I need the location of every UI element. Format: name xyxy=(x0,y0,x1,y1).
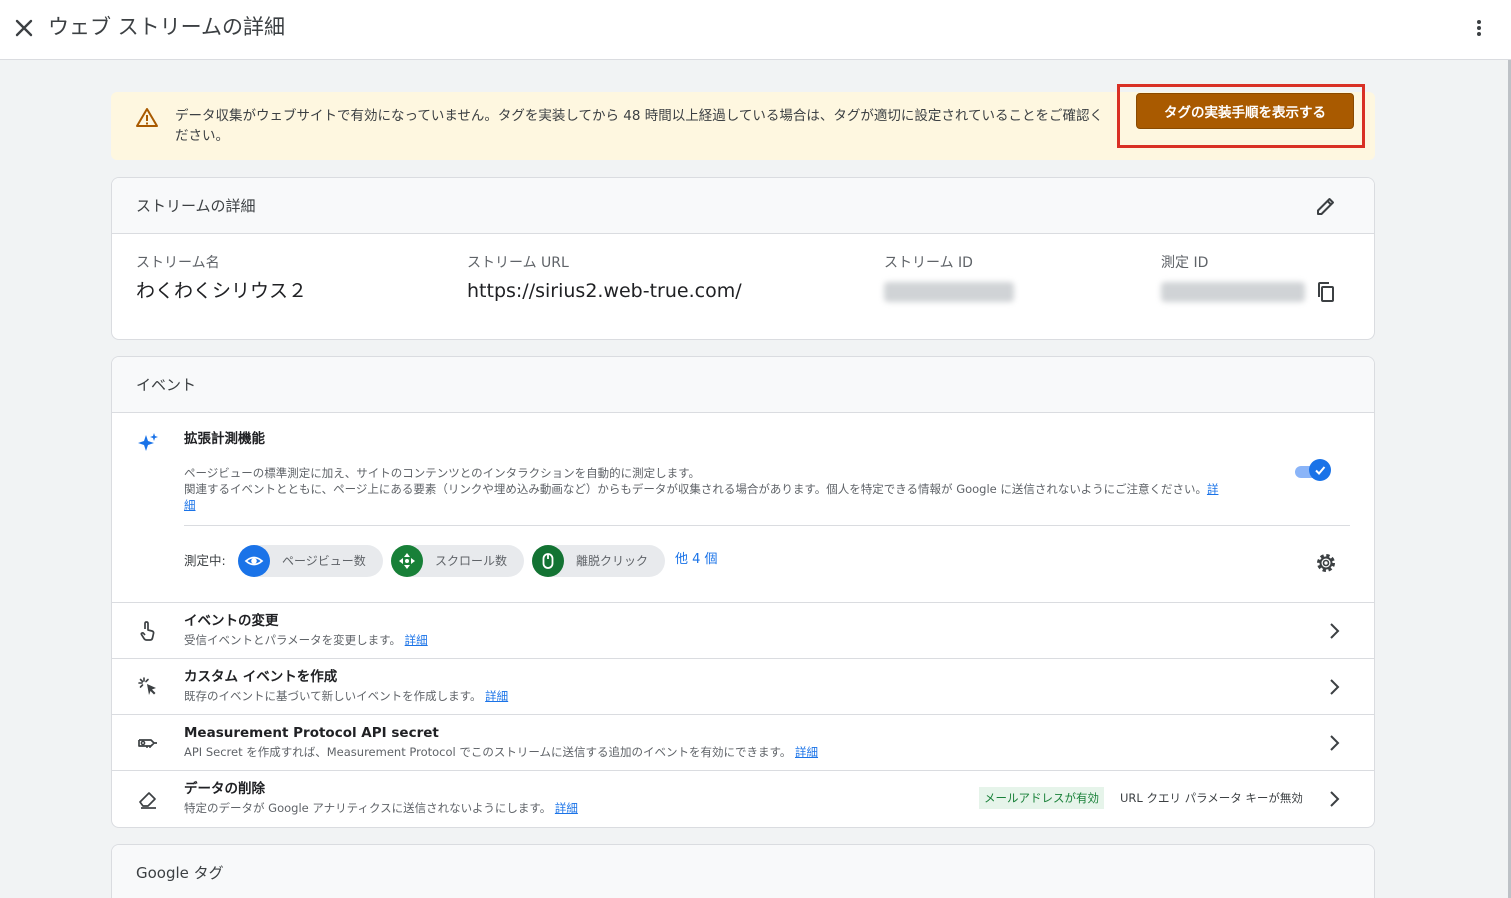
row-desc: 特定のデータが Google アナリティクスに送信されないようにします。 詳細 xyxy=(184,800,578,816)
url-query-disabled-status: URL クエリ パラメータ キーが無効 xyxy=(1120,791,1303,805)
row-desc-text: 特定のデータが Google アナリティクスに送信されないようにします。 xyxy=(184,801,552,815)
enhanced-desc-text: 関連するイベントとともに、ページ上にある要素（リンクや埋め込み動画など）からもデ… xyxy=(184,482,1207,496)
warning-banner: データ収集がウェブサイトで有効になっていません。タグを実装してから 48 時間以… xyxy=(111,84,1375,160)
google-tag-card: Google タグ xyxy=(111,844,1375,898)
details-link[interactable]: 詳細 xyxy=(485,689,508,703)
chip-label: スクロール数 xyxy=(435,554,508,568)
row-title: Measurement Protocol API secret xyxy=(184,725,439,741)
chevron-right-icon xyxy=(1322,675,1346,699)
sparkle-icon xyxy=(136,431,160,455)
banner-message: データ収集がウェブサイトで有効になっていません。タグを実装してから 48 時間以… xyxy=(175,108,1103,144)
stream-id-value-redacted xyxy=(884,282,1014,302)
row-desc-text: 受信イベントとパラメータを変更します。 xyxy=(184,633,402,647)
data-redaction-row[interactable]: データの削除 特定のデータが Google アナリティクスに送信されないようにし… xyxy=(112,770,1374,827)
top-bar: ウェブ ストリームの詳細 xyxy=(0,0,1511,60)
view-tag-instructions-button[interactable]: タグの実装手順を表示する xyxy=(1136,93,1354,129)
card-header: ストリームの詳細 xyxy=(112,178,1374,234)
enhanced-desc-line2: 関連するイベントとともに、ページ上にある要素（リンクや埋め込み動画など）からもデ… xyxy=(184,481,1294,513)
stream-url-value: https://sirius2.web-true.com/ xyxy=(467,280,742,302)
chip-page-views: ページビュー数 xyxy=(238,545,383,577)
row-desc: 受信イベントとパラメータを変更します。 詳細 xyxy=(184,632,428,648)
details-link[interactable]: 細 xyxy=(184,498,196,512)
eraser-icon xyxy=(136,787,160,811)
enhanced-measurement-title: 拡張計測機能 xyxy=(184,431,265,447)
copy-icon[interactable] xyxy=(1314,280,1338,304)
row-desc: 既存のイベントに基づいて新しいイベントを作成します。 詳細 xyxy=(184,688,508,704)
events-card: イベント 拡張計測機能 ページビューの標準測定に加え、サイトのコンテンツとのイン… xyxy=(111,356,1375,828)
page-title: ウェブ ストリームの詳細 xyxy=(48,15,286,39)
check-icon xyxy=(1309,459,1331,481)
chevron-right-icon xyxy=(1322,619,1346,643)
more-events-link[interactable]: 他 4 個 xyxy=(675,550,718,570)
row-title: データの削除 xyxy=(184,781,265,797)
card-title: ストリームの詳細 xyxy=(136,197,256,215)
card-title: イベント xyxy=(136,376,197,394)
details-link[interactable]: 詳細 xyxy=(405,633,428,647)
chip-outbound-clicks: 離脱クリック xyxy=(532,545,665,577)
stream-name-value: わくわくシリウス２ xyxy=(136,280,308,302)
edit-pencil-icon[interactable] xyxy=(1314,194,1338,218)
button-highlight-frame: タグの実装手順を表示する xyxy=(1117,84,1365,148)
details-link[interactable]: 詳 xyxy=(1207,482,1219,496)
stream-id-label: ストリーム ID xyxy=(884,255,973,271)
measurement-protocol-row[interactable]: Measurement Protocol API secret API Secr… xyxy=(112,714,1374,770)
gear-icon[interactable] xyxy=(1314,551,1338,575)
stream-details-card: ストリームの詳細 ストリーム名 わくわくシリウス２ ストリーム URL http… xyxy=(111,177,1375,340)
stream-url-label: ストリーム URL xyxy=(467,255,569,271)
create-custom-event-row[interactable]: カスタム イベントを作成 既存のイベントに基づいて新しいイベントを作成します。 … xyxy=(112,658,1374,714)
warning-icon xyxy=(135,106,159,130)
row-desc-text: API Secret を作成すれば、Measurement Protocol で… xyxy=(184,745,792,759)
chevron-right-icon xyxy=(1322,787,1346,811)
card-title: Google タグ xyxy=(136,864,224,882)
sparkle-click-icon xyxy=(136,675,160,699)
card-header: Google タグ xyxy=(112,845,1374,898)
enhanced-measurement-toggle[interactable] xyxy=(1293,459,1331,485)
more-vert-icon[interactable] xyxy=(1468,16,1490,40)
details-link[interactable]: 詳細 xyxy=(795,745,818,759)
chip-label: 離脱クリック xyxy=(576,554,649,568)
measurement-id-value-redacted xyxy=(1161,282,1305,302)
modify-events-row[interactable]: イベントの変更 受信イベントとパラメータを変更します。 詳細 xyxy=(112,602,1374,658)
close-icon[interactable] xyxy=(12,16,36,40)
key-icon xyxy=(136,731,160,755)
email-enabled-status: メールアドレスが有効 xyxy=(979,787,1104,809)
measuring-label: 測定中: xyxy=(184,553,226,568)
chip-scrolls: スクロール数 xyxy=(391,545,524,577)
row-desc: API Secret を作成すれば、Measurement Protocol で… xyxy=(184,744,818,760)
chip-label: ページビュー数 xyxy=(282,554,366,568)
eye-icon xyxy=(238,545,270,577)
row-title: カスタム イベントを作成 xyxy=(184,669,338,685)
divider xyxy=(184,525,1350,526)
stream-name-label: ストリーム名 xyxy=(136,255,220,271)
card-header: イベント xyxy=(112,357,1374,413)
chevron-right-icon xyxy=(1322,731,1346,755)
details-link[interactable]: 詳細 xyxy=(555,801,578,815)
mouse-icon xyxy=(532,545,564,577)
row-desc-text: 既存のイベントに基づいて新しいイベントを作成します。 xyxy=(184,689,482,703)
measurement-id-label: 測定 ID xyxy=(1161,255,1209,271)
touch-hand-icon xyxy=(136,619,160,643)
scroll-arrows-icon xyxy=(391,545,423,577)
enhanced-desc-line1: ページビューの標準測定に加え、サイトのコンテンツとのインタラクションを自動的に測… xyxy=(184,466,700,480)
row-title: イベントの変更 xyxy=(184,613,279,629)
